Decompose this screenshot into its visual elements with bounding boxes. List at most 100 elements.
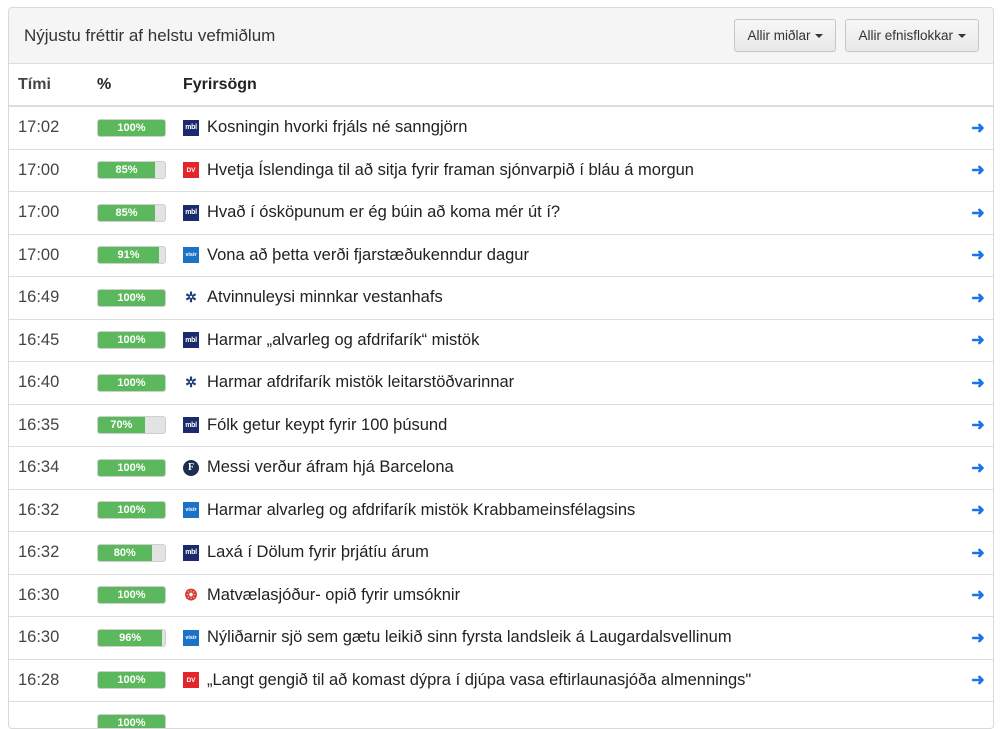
arrow-right-icon[interactable]: ➜	[971, 375, 984, 392]
media-filter-dropdown[interactable]: Allir miðlar	[734, 19, 836, 52]
row-headline-cell: ✲ Harmar afdrifarík mistök leitarstöðvari…	[183, 362, 963, 405]
table-row[interactable]: 16:34100%FMessi verður áfram hjá Barcelo…	[9, 447, 993, 490]
row-headline-cell: ❂Matvælasjóður- opið fyrir umsóknir	[183, 574, 963, 617]
row-percent: 100%	[97, 489, 183, 532]
row-action	[963, 702, 993, 729]
headline-link[interactable]: Hvað í ósköpunum er ég búin að koma mér …	[207, 203, 560, 222]
table-row[interactable]: 16:32100%vísirHarmar alvarleg og afdrifa…	[9, 489, 993, 532]
row-action: ➜	[963, 106, 993, 149]
dv-icon: DV	[183, 672, 199, 688]
table-row[interactable]: 100%	[9, 702, 993, 729]
row-action: ➜	[963, 362, 993, 405]
news-panel: Nýjustu fréttir af helstu vefmiðlum Alli…	[8, 7, 994, 729]
arrow-right-icon[interactable]: ➜	[971, 417, 984, 434]
relevance-percent-label: 80%	[98, 545, 152, 561]
arrow-right-icon[interactable]: ➜	[971, 460, 984, 477]
table-row[interactable]: 17:02100%mblKosningin hvorki frjáls né s…	[9, 106, 993, 149]
row-time: 17:00	[9, 149, 97, 192]
headline: mblHvað í ósköpunum er ég búin að koma m…	[183, 203, 963, 222]
headline: vísirHarmar alvarleg og afdrifarík mistö…	[183, 501, 963, 520]
relevance-percent-label: 100%	[98, 120, 165, 136]
filter-group: Allir miðlar Allir efnisflokkar	[734, 19, 979, 52]
arrow-right-icon[interactable]: ➜	[971, 630, 984, 647]
row-percent: 100%	[97, 319, 183, 362]
visir-icon: vísir	[183, 630, 199, 646]
arrow-right-icon[interactable]: ➜	[971, 290, 984, 307]
arrow-right-icon[interactable]: ➜	[971, 332, 984, 349]
relevance-progress-bar: 100%	[97, 714, 166, 729]
row-time: 16:45	[9, 319, 97, 362]
row-headline-cell: vísir Vona að þetta verði fjarstæðukenndu…	[183, 234, 963, 277]
visir-icon: vísir	[183, 247, 199, 263]
row-time: 17:00	[9, 192, 97, 235]
caret-down-icon	[958, 34, 966, 38]
row-percent: 100%	[97, 574, 183, 617]
frettabladid-icon: F	[183, 460, 199, 476]
row-percent: 85%	[97, 192, 183, 235]
table-row[interactable]: 17:0085% mblHvað í ósköpunum er ég búin a…	[9, 192, 993, 235]
row-headline-cell: mbl Laxá í Dölum fyrir þrjátíu árum	[183, 532, 963, 575]
arrow-right-icon[interactable]: ➜	[971, 162, 984, 179]
headline-link[interactable]: Kosningin hvorki frjáls né sanngjörn	[207, 118, 467, 137]
ruv-icon: ✲	[183, 290, 199, 306]
arrow-right-icon[interactable]: ➜	[971, 672, 984, 689]
caret-down-icon	[815, 34, 823, 38]
headline-link[interactable]: Matvælasjóður- opið fyrir umsóknir	[207, 586, 460, 605]
headline-link[interactable]: Fólk getur keypt fyrir 100 þúsund	[207, 416, 447, 435]
table-row[interactable]: 16:3096%vísirNýliðarnir sjö sem gætu lei…	[9, 617, 993, 660]
table-row[interactable]: 16:40100%✲Harmar afdrifarík mistök leita…	[9, 362, 993, 405]
row-percent: 100%	[97, 106, 183, 149]
relevance-percent-label: 100%	[98, 375, 165, 391]
arrow-right-icon[interactable]: ➜	[971, 545, 984, 562]
row-time: 16:49	[9, 277, 97, 320]
headline-link[interactable]: Harmar afdrifarík mistök leitarstöðvarin…	[207, 373, 514, 392]
headline: ❂Matvælasjóður- opið fyrir umsóknir	[183, 586, 963, 605]
row-percent: 100%	[97, 362, 183, 405]
table-row[interactable]: 16:3280% mbl Laxá í Dölum fyrir þrjátíu ár…	[9, 532, 993, 575]
headline-link[interactable]: Nýliðarnir sjö sem gætu leikið sinn fyrs…	[207, 628, 732, 647]
headline: ✲ Harmar afdrifarík mistök leitarstöðvari…	[183, 373, 963, 392]
arrow-right-icon[interactable]: ➜	[971, 502, 984, 519]
table-row[interactable]: 16:3570%mblFólk getur keypt fyrir 100 þú…	[9, 404, 993, 447]
mbl-icon: mbl	[183, 417, 199, 433]
headline: mblKosningin hvorki frjáls né sanngjörn	[183, 118, 963, 137]
headline-link[interactable]: Harmar alvarleg og afdrifarík mistök Kra…	[207, 501, 635, 520]
arrow-right-icon[interactable]: ➜	[971, 120, 984, 137]
arrow-right-icon[interactable]: ➜	[971, 247, 984, 264]
headline-link[interactable]: Atvinnuleysi minnkar vestanhafs	[207, 288, 443, 307]
headline-link[interactable]: Laxá í Dölum fyrir þrjátíu árum	[207, 543, 429, 562]
row-action: ➜	[963, 447, 993, 490]
row-time: 16:32	[9, 532, 97, 575]
column-header-percent: %	[97, 64, 183, 106]
table-row[interactable]: 16:49100%✲Atvinnuleysi minnkar vestanhaf…	[9, 277, 993, 320]
table-row[interactable]: 17:0091%vísirVona að þetta verði fjarstæ…	[9, 234, 993, 277]
table-row[interactable]: 16:45100%mblHarmar „alvarleg og afdrifar…	[9, 319, 993, 362]
row-time: 16:28	[9, 659, 97, 702]
headline-link[interactable]: Messi verður áfram hjá Barcelona	[207, 458, 454, 477]
dv-icon: DV	[183, 162, 199, 178]
headline: mbl Laxá í Dölum fyrir þrjátíu árum	[183, 543, 963, 562]
table-row[interactable]: 16:30100%❂Matvælasjóður- opið fyrir umsó…	[9, 574, 993, 617]
row-action: ➜	[963, 192, 993, 235]
arrow-right-icon[interactable]: ➜	[971, 587, 984, 604]
row-time: 16:30	[9, 574, 97, 617]
headline-link[interactable]: Harmar „alvarleg og afdrifarík“ mistök	[207, 331, 479, 350]
relevance-progress-bar: 91%	[97, 246, 166, 264]
ruv-icon: ✲	[183, 375, 199, 391]
table-row[interactable]: 17:0085%DVHvetja Íslendinga til að sitja…	[9, 149, 993, 192]
headline-link[interactable]: Vona að þetta verði fjarstæðukenndur dag…	[207, 246, 529, 265]
relevance-percent-label: 85%	[98, 205, 155, 221]
headline-link[interactable]: „Langt gengið til að komast dýpra í djúp…	[207, 671, 751, 690]
category-filter-dropdown[interactable]: Allir efnisflokkar	[845, 19, 979, 52]
row-headline-cell: mbl Fólk getur keypt fyrir 100 þúsund	[183, 404, 963, 447]
arrow-right-icon[interactable]: ➜	[971, 205, 984, 222]
headline: mblHarmar „alvarleg og afdrifarík“ mistö…	[183, 331, 963, 350]
table-row[interactable]: 16:28100%DV„Langt gengið til að komast d…	[9, 659, 993, 702]
headline-link[interactable]: Hvetja Íslendinga til að sitja fyrir fra…	[207, 161, 694, 180]
row-action: ➜	[963, 659, 993, 702]
row-time	[9, 702, 97, 729]
relevance-progress-bar: 96%	[97, 629, 166, 647]
mbl-icon: mbl	[183, 545, 199, 561]
headline: vísir Vona að þetta verði fjarstæðukenndu…	[183, 246, 963, 265]
relevance-percent-label: 91%	[98, 247, 159, 263]
